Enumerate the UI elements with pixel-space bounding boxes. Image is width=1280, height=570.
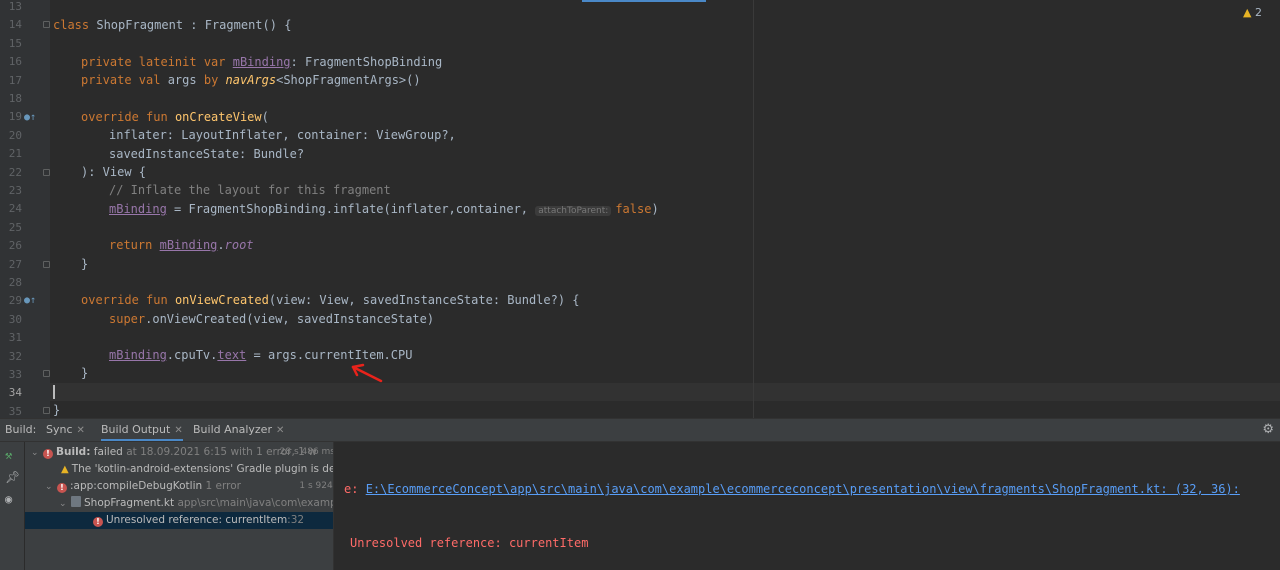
tree-row-task[interactable]: ⌄!:app:compileDebugKotlin 1 error 1 s 92…: [25, 478, 333, 495]
override-method-icon[interactable]: ●↑: [24, 113, 36, 123]
warnings-count: 2: [1255, 6, 1262, 19]
editor-tab-indicator: [582, 0, 706, 2]
line-number: 26: [8, 239, 22, 253]
line-number: 35: [8, 404, 22, 418]
line-number: 34: [8, 386, 22, 400]
code-line-26: return mBinding.root: [109, 238, 254, 252]
hammer-icon[interactable]: ⚒: [5, 448, 12, 462]
tab-sync[interactable]: Sync ✕: [46, 419, 85, 441]
pin-icon[interactable]: 📌︎: [5, 470, 20, 484]
red-arrow-annotation-icon: [351, 363, 383, 383]
line-number: 14: [8, 18, 22, 32]
line-number: 20: [8, 128, 22, 142]
current-line-highlight: [50, 383, 1280, 402]
close-icon[interactable]: ✕: [174, 425, 182, 436]
error-icon: !: [43, 449, 53, 459]
output-error-location: e: E:\EcommerceConcept\app\src\main\java…: [344, 482, 1240, 496]
line-number: 27: [8, 257, 22, 271]
line-number: 29: [8, 294, 22, 308]
code-line-21: savedInstanceState: Bundle?: [109, 147, 305, 161]
code-editor[interactable]: 13 14 15 16 17 18 19 20 21 22 23 24 25 26 27 28 29 30 31 32…: [0, 0, 1280, 418]
line-number: 31: [8, 331, 22, 345]
line-number: 21: [8, 147, 22, 161]
code-line-22: ): View {: [81, 165, 147, 179]
line-number: 23: [8, 184, 22, 197]
code-line-16: private lateinit var mBinding: FragmentS…: [81, 55, 443, 69]
line-number: 18: [8, 92, 22, 105]
line-number: 22: [8, 165, 22, 179]
code-line-33: }: [81, 366, 89, 380]
override-method-icon[interactable]: ●↑: [24, 296, 36, 306]
close-icon[interactable]: ✕: [77, 425, 85, 436]
code-line-29: override fun onViewCreated(view: View, s…: [81, 293, 580, 307]
code-line-30: super.onViewCreated(view, savedInstanceS…: [109, 312, 435, 326]
gear-icon[interactable]: ⚙: [1262, 422, 1274, 437]
code-line-17: private val args by navArgs<ShopFragment…: [81, 73, 421, 87]
line-number: 19: [8, 110, 22, 124]
error-icon: !: [57, 483, 67, 493]
tab-build-output[interactable]: Build Output ✕: [101, 419, 183, 441]
line-number: 33: [8, 368, 22, 381]
build-console-output[interactable]: e: E:\EcommerceConcept\app\src\main\java…: [334, 442, 1280, 570]
tree-row-error[interactable]: ! Unresolved reference: currentItem:32: [25, 512, 333, 529]
tree-row-warning[interactable]: ▲ The 'kotlin-android-extensions' Gradle …: [25, 461, 333, 478]
warning-icon: ▲: [1243, 6, 1252, 19]
text-caret: [53, 385, 55, 399]
kotlin-file-icon: [71, 496, 81, 507]
chevron-down-icon[interactable]: ⌄: [31, 445, 43, 461]
line-number: 24: [8, 202, 22, 216]
tree-row-build[interactable]: ⌄! Build: failed at 18.09.2021 6:15 with …: [25, 444, 333, 461]
error-file-link[interactable]: E:\EcommerceConcept\app\src\main\java\co…: [366, 482, 1240, 496]
eye-icon[interactable]: ◉: [5, 492, 12, 506]
line-number: 28: [8, 276, 22, 289]
fold-marker[interactable]: [43, 407, 50, 414]
close-icon[interactable]: ✕: [276, 425, 284, 436]
line-number: 17: [8, 73, 22, 87]
fold-marker[interactable]: [43, 21, 50, 28]
build-side-toolbar: ⚒ 📌︎ ◉: [0, 442, 24, 570]
line-number: 30: [8, 312, 22, 326]
fold-marker[interactable]: [43, 169, 50, 176]
code-line-19: override fun onCreateView(: [81, 110, 269, 124]
code-line-14: class ShopFragment : Fragment() {: [53, 18, 292, 32]
code-line-20: inflater: LayoutInflater, container: Vie…: [109, 128, 456, 142]
build-tab-bar: Build: Sync ✕ Build Output ✕ Build Analyze…: [0, 419, 1280, 442]
line-number: 16: [8, 55, 22, 69]
warning-icon: ▲: [61, 464, 69, 475]
build-tree: ⌄! Build: failed at 18.09.2021 6:15 with …: [25, 442, 334, 570]
parameter-hint: attachToParent:: [535, 206, 612, 216]
tree-row-file[interactable]: ⌄ ShopFragment.kt app\src\main\java\com\e…: [25, 495, 333, 512]
output-error-message: Unresolved reference: currentItem: [350, 536, 589, 550]
code-line-27: }: [81, 257, 89, 271]
error-icon: !: [93, 517, 103, 527]
right-margin-guide: [753, 0, 754, 418]
code-line-23: // Inflate the layout for this fragment: [109, 183, 391, 197]
build-tool-window: Build: Sync ✕ Build Output ✕ Build Analyze…: [0, 418, 1280, 570]
code-line-24: mBinding = FragmentShopBinding.inflate(i…: [109, 202, 659, 216]
fold-marker[interactable]: [43, 370, 50, 377]
chevron-down-icon[interactable]: ⌄: [59, 496, 71, 512]
inspection-widget[interactable]: ▲ 2: [1243, 6, 1262, 19]
tab-build-analyzer[interactable]: Build Analyzer ✕: [193, 419, 284, 441]
chevron-down-icon[interactable]: ⌄: [45, 479, 57, 495]
line-number: 25: [8, 220, 22, 234]
line-number: 32: [8, 349, 22, 363]
line-number: 15: [8, 36, 22, 50]
line-number: 13: [8, 0, 22, 13]
build-label: Build:: [5, 423, 37, 436]
fold-marker[interactable]: [43, 261, 50, 268]
code-line-35: }: [53, 403, 61, 417]
